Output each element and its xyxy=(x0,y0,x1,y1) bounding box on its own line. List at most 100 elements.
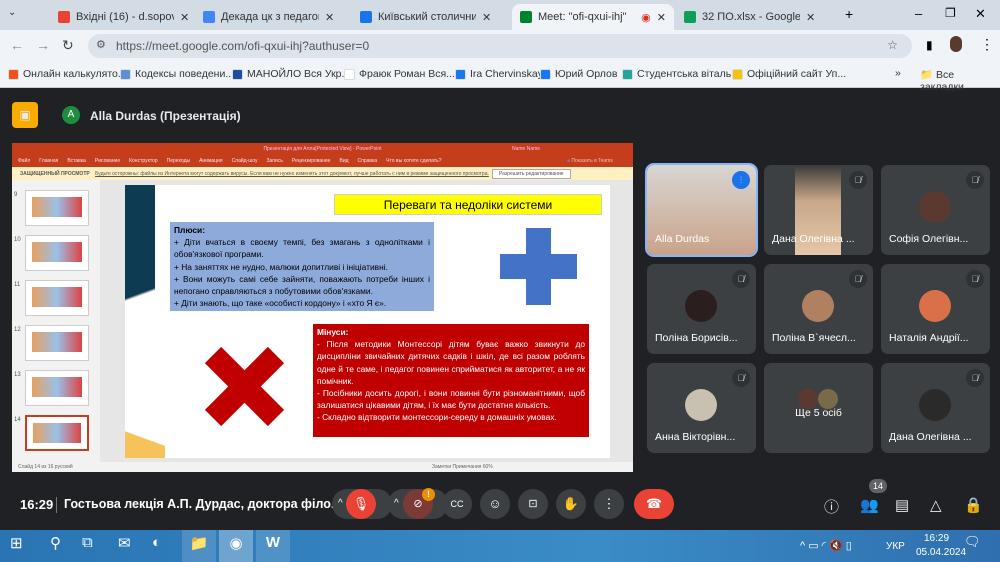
participant-name: Наталія Андрії... xyxy=(889,332,969,344)
bookmark-item[interactable]: Фраюк Роман Вся... xyxy=(344,68,455,80)
ribbon-tab[interactable]: Анимация xyxy=(199,158,222,164)
ribbon-tab[interactable]: Что вы хотите сделать? xyxy=(386,158,441,164)
ribbon-tab[interactable]: Файл xyxy=(18,158,30,164)
start-icon[interactable]: ⊞ xyxy=(10,534,23,552)
browser-tab[interactable]: Київський столичний уніве ✕ xyxy=(352,4,500,30)
ribbon-tab[interactable]: Вид xyxy=(340,158,349,164)
url-input[interactable]: https://meet.google.com/ofi-qxui-ihj?aut… xyxy=(88,34,912,58)
x-shape xyxy=(204,346,285,427)
bookmark-star-icon[interactable]: ☆ xyxy=(887,38,898,52)
forward-icon[interactable]: → xyxy=(36,37,50,53)
close-tab-icon[interactable]: ✕ xyxy=(325,11,334,24)
participant-tile[interactable]: 🎙̸ Софія Олегівн... xyxy=(881,165,990,255)
raise-hand-button[interactable]: ✋ xyxy=(556,489,586,519)
reload-icon[interactable]: ↻ xyxy=(62,37,74,54)
clock-time[interactable]: 16:29 xyxy=(924,533,949,544)
plus-box: Плюси: + Діти вчаться в своєму темпі, бе… xyxy=(170,222,434,311)
participant-tile[interactable]: 🎙̸ Дана Олегівна ... xyxy=(764,165,873,255)
slide-thumbnail[interactable] xyxy=(25,280,89,316)
profile-avatar[interactable] xyxy=(950,36,962,52)
close-window-button[interactable]: ✕ xyxy=(975,6,986,22)
slide-thumbnail[interactable] xyxy=(25,190,89,226)
notifications-icon[interactable]: 🗨 xyxy=(964,534,981,550)
ribbon-tab[interactable]: Главная xyxy=(39,158,58,164)
mail-icon[interactable]: ✉ xyxy=(118,534,131,552)
search-icon[interactable]: ⚲ xyxy=(50,534,61,552)
slide-thumbnail[interactable] xyxy=(25,235,89,271)
browser-tab[interactable]: Декада цк з педагогічної ос ✕ xyxy=(195,4,343,30)
slide-thumbnail[interactable] xyxy=(25,325,89,361)
participant-tile[interactable]: 🎙̸ Дана Олегівна ... xyxy=(881,363,990,453)
bookmark-item[interactable]: Офіційний сайт Уп... xyxy=(732,68,846,80)
ribbon-tab[interactable]: Переходы xyxy=(167,158,190,164)
slide-thumbnail[interactable] xyxy=(25,370,89,406)
clock-date[interactable]: 05.04.2024 xyxy=(916,547,966,558)
activity-icon[interactable]: ▣ xyxy=(12,102,38,128)
slide-number: 14 xyxy=(14,417,21,423)
file-explorer-icon[interactable]: 📁 xyxy=(182,530,216,562)
close-tab-icon[interactable]: ✕ xyxy=(482,11,491,24)
participant-tile[interactable]: 🎙̸ Анна Вікторівн... xyxy=(647,363,756,453)
participant-tile[interactable]: 🎙̸ Наталія Андрії... xyxy=(881,264,990,354)
ribbon-tab[interactable]: Справка xyxy=(358,158,378,164)
bookmark-item[interactable]: Онлайн калькулято... xyxy=(8,68,127,80)
mic-off-button[interactable]: 🎙 xyxy=(346,489,376,519)
tray-icons[interactable]: ^ ▭ ◜ 🔇 ▯ xyxy=(800,539,852,552)
ribbon-tab[interactable]: Рисование xyxy=(95,158,120,164)
all-bookmarks[interactable]: 📁 Все закладки xyxy=(920,68,1000,93)
bookmark-item[interactable]: Ira Chervinskaya xyxy=(455,68,549,80)
site-settings-icon[interactable]: ⚙ xyxy=(96,38,106,51)
menu-icon[interactable]: ⋮ xyxy=(980,36,994,53)
browser-tab[interactable]: Meet: "ofi-qxui-ihj" ◉ ✕ xyxy=(512,4,674,30)
minus-heading: Мінуси: xyxy=(317,327,349,337)
participant-tile[interactable]: 🎙̸ Поліна В`ячесл... xyxy=(764,264,873,354)
ribbon-tab[interactable]: Конструктор xyxy=(129,158,158,164)
ribbon-tab[interactable]: Запись xyxy=(266,158,282,164)
bookmark-item[interactable]: Кодексы поведени... xyxy=(120,68,234,80)
people-icon[interactable]: 👥 xyxy=(860,496,879,514)
info-icon[interactable]: ⓘ xyxy=(824,496,839,517)
slide-thumbnail[interactable] xyxy=(25,415,89,451)
side-panel-icon[interactable]: ▮ xyxy=(926,38,933,52)
maximize-button[interactable]: ❐ xyxy=(945,6,956,20)
slide-thumbnails: 9 10 11 12 13 14 xyxy=(12,180,100,462)
participant-tile[interactable]: ⫶ Alla Durdas xyxy=(645,163,758,257)
captions-button[interactable]: CC xyxy=(442,489,472,519)
enable-editing-button[interactable]: Разрешить редактирование xyxy=(492,169,571,179)
ribbon-tab[interactable]: Слайд-шоу xyxy=(232,158,258,164)
bookmark-item[interactable]: Юрий Орлов xyxy=(540,68,617,80)
bookmark-item[interactable]: Студентська віталь... xyxy=(622,68,740,80)
chat-icon[interactable]: ▤ xyxy=(895,496,909,514)
leave-call-button[interactable]: ☎ xyxy=(634,489,674,519)
back-icon[interactable]: ← xyxy=(10,37,24,53)
ribbon-tab[interactable]: Рецензирование xyxy=(292,158,331,164)
tab-search-button[interactable]: ⌄ xyxy=(8,7,16,18)
close-tab-icon[interactable]: ✕ xyxy=(180,11,189,24)
edge-icon[interactable]: ◐ xyxy=(152,534,161,551)
new-tab-button[interactable]: + xyxy=(845,6,853,22)
share-teams-button[interactable]: ● Показать в Teams xyxy=(567,158,613,164)
warning-badge: ! xyxy=(422,488,435,501)
activities-icon[interactable]: △ xyxy=(930,496,942,514)
emoji-button[interactable]: ☺ xyxy=(480,489,510,519)
minimize-button[interactable]: – xyxy=(915,6,922,21)
close-tab-icon[interactable]: ✕ xyxy=(657,11,666,24)
more-options-button[interactable]: ⋮ xyxy=(594,489,624,519)
present-button[interactable]: ⊡ xyxy=(518,489,548,519)
task-view-icon[interactable]: ⧉ xyxy=(82,534,93,551)
bookmark-item[interactable]: МАНОЙЛО Вся Укр... xyxy=(232,68,350,80)
browser-tab[interactable]: Вхідні (16) - d.sopova@kubg ✕ xyxy=(50,4,198,30)
participant-tile[interactable]: Ще 5 осіб xyxy=(764,363,873,453)
more-bookmarks-button[interactable]: » xyxy=(895,67,901,79)
ppt-title-bar: Презентація для Алла[Protected View] - P… xyxy=(12,143,633,155)
participant-count-badge: 14 xyxy=(869,479,887,493)
browser-tab[interactable]: 32 ПО.xlsx - Google Таблиці ✕ xyxy=(676,4,824,30)
close-tab-icon[interactable]: ✕ xyxy=(806,11,815,24)
ppt-user: Name Name xyxy=(512,146,541,152)
language-indicator[interactable]: УКР xyxy=(886,541,905,552)
participant-tile[interactable]: 🎙̸ Поліна Борисів... xyxy=(647,264,756,354)
chrome-icon[interactable]: ◉ xyxy=(219,530,253,562)
ribbon-tab[interactable]: Вставка xyxy=(67,158,86,164)
host-controls-icon[interactable]: 🔒 xyxy=(964,496,983,514)
word-icon[interactable]: W xyxy=(256,530,290,562)
